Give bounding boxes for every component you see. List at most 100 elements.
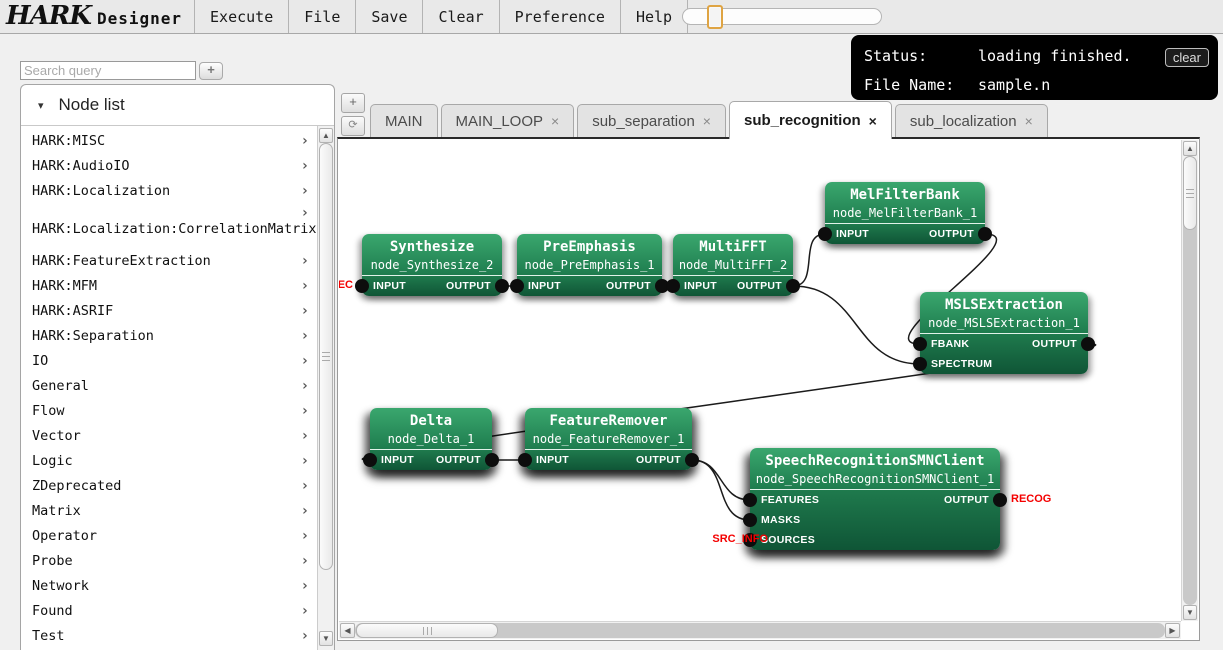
scroll-up-icon[interactable]: ▲ xyxy=(319,128,333,143)
menu-item-clear[interactable]: Clear xyxy=(422,0,498,33)
sidebar-item-hark-localization-correlationmatrix[interactable]: ›HARK:Localization:CorrelationMatrix xyxy=(21,203,318,248)
sidebar-item-hark-separation[interactable]: HARK:Separation› xyxy=(21,323,318,348)
port-row: SPECTRUM xyxy=(920,354,1088,374)
node-header: SpeechRecognitionSMNClientnode_SpeechRec… xyxy=(750,448,1000,490)
sidebar-item-found[interactable]: Found› xyxy=(21,598,318,623)
menu-item-help[interactable]: Help xyxy=(620,0,688,33)
sidebar-item-probe[interactable]: Probe› xyxy=(21,548,318,573)
port-input[interactable] xyxy=(666,279,680,293)
port-input[interactable] xyxy=(363,453,377,467)
reload-tab-icon[interactable]: ⟳ xyxy=(341,116,365,136)
tab-sub-recognition[interactable]: sub_recognition× xyxy=(729,101,892,139)
menu-item-execute[interactable]: Execute xyxy=(194,0,288,33)
port-input[interactable] xyxy=(518,453,532,467)
tab-sub-separation[interactable]: sub_separation× xyxy=(577,104,726,137)
scrollbar-grip xyxy=(322,352,330,361)
node-melfilterbank[interactable]: MelFilterBanknode_MelFilterBank_1INPUTOU… xyxy=(825,182,985,244)
node-multifft[interactable]: MultiFFTnode_MultiFFT_2INPUTOUTPUT xyxy=(673,234,793,296)
sidebar-item-hark-asrif[interactable]: HARK:ASRIF› xyxy=(21,298,318,323)
node-preemphasis[interactable]: PreEmphasisnode_PreEmphasis_1INPUTOUTPUT xyxy=(517,234,662,296)
tab-main[interactable]: MAIN xyxy=(370,104,438,137)
sidebar-item-network[interactable]: Network› xyxy=(21,573,318,598)
sidebar-item-logic[interactable]: Logic› xyxy=(21,448,318,473)
search-add-button[interactable]: + xyxy=(199,62,223,80)
sidebar-item-hark-audioio[interactable]: HARK:AudioIO› xyxy=(21,153,318,178)
sidebar-item-io[interactable]: IO› xyxy=(21,348,318,373)
node-title: Synthesize xyxy=(362,237,502,257)
sidebar-item-matrix[interactable]: Matrix› xyxy=(21,498,318,523)
node-delta[interactable]: Deltanode_Delta_1INPUTOUTPUT xyxy=(370,408,492,470)
sidebar-item-flow[interactable]: Flow› xyxy=(21,398,318,423)
scrollbar-grip xyxy=(1186,189,1194,198)
close-icon[interactable]: × xyxy=(869,113,877,129)
status-label: Status: xyxy=(864,47,978,65)
port-input[interactable] xyxy=(510,279,524,293)
sidebar-scrollbar-thumb[interactable] xyxy=(319,143,333,570)
close-icon[interactable]: × xyxy=(703,113,711,129)
flow-canvas[interactable]: Synthesizenode_Synthesize_2INPUTOUTPUT SP… xyxy=(339,140,1182,618)
status-clear-button[interactable]: clear xyxy=(1165,48,1209,67)
tab-sub-localization[interactable]: sub_localization× xyxy=(895,104,1048,137)
port-output[interactable] xyxy=(685,453,699,467)
node-ports: INPUTOUTPUT xyxy=(517,276,662,296)
canvas-vscrollbar-thumb[interactable] xyxy=(1183,156,1197,230)
port-output[interactable] xyxy=(1081,337,1095,351)
close-icon[interactable]: × xyxy=(551,113,559,129)
port-output[interactable] xyxy=(485,453,499,467)
canvas-hscrollbar-thumb[interactable] xyxy=(356,623,498,638)
port-features[interactable] xyxy=(743,493,757,507)
chevron-right-icon: › xyxy=(301,429,309,443)
chevron-right-icon: › xyxy=(301,206,309,220)
sidebar-item-operator[interactable]: Operator› xyxy=(21,523,318,548)
port-label-spectrum: SPECTRUM xyxy=(931,358,992,370)
scroll-down-icon[interactable]: ▼ xyxy=(1183,605,1197,620)
scroll-up-icon[interactable]: ▲ xyxy=(1183,141,1197,156)
port-masks[interactable] xyxy=(743,513,757,527)
chevron-right-icon: › xyxy=(301,479,309,493)
sidebar-item-hark-misc[interactable]: HARK:MISC› xyxy=(21,128,318,153)
node-subtitle: node_MSLSExtraction_1 xyxy=(920,315,1088,332)
tab-main-loop[interactable]: MAIN_LOOP× xyxy=(441,104,575,137)
port-input[interactable] xyxy=(355,279,369,293)
node-speechrecognitionsmnclient[interactable]: SpeechRecognitionSMNClientnode_SpeechRec… xyxy=(750,448,1000,550)
sidebar-item-zdeprecated[interactable]: ZDeprecated› xyxy=(21,473,318,498)
port-output[interactable] xyxy=(786,279,800,293)
node-mslsextraction[interactable]: MSLSExtractionnode_MSLSExtraction_1FBANK… xyxy=(920,292,1088,374)
sidebar-scrollbar[interactable]: ▲ ▼ xyxy=(317,126,334,650)
sidebar-item-hark-mfm[interactable]: HARK:MFM› xyxy=(21,273,318,298)
port-input[interactable] xyxy=(818,227,832,241)
menu-item-save[interactable]: Save xyxy=(355,0,422,33)
sidebar-item-hark-featureextraction[interactable]: HARK:FeatureExtraction› xyxy=(21,248,318,273)
close-icon[interactable]: × xyxy=(1025,113,1033,129)
node-synthesize[interactable]: Synthesizenode_Synthesize_2INPUTOUTPUT xyxy=(362,234,502,296)
sidebar-item-hark-localization[interactable]: HARK:Localization› xyxy=(21,178,318,203)
canvas-vscrollbar[interactable]: ▲ ▼ xyxy=(1181,140,1198,621)
port-fbank[interactable] xyxy=(913,337,927,351)
status-value: loading finished. xyxy=(978,47,1132,65)
sidebar-item-vector[interactable]: Vector› xyxy=(21,423,318,448)
port-output[interactable] xyxy=(495,279,509,293)
search-input[interactable] xyxy=(20,61,196,80)
sidebar-item-label: HARK:ASRIF xyxy=(32,303,113,319)
node-featureremover[interactable]: FeatureRemovernode_FeatureRemover_1INPUT… xyxy=(525,408,692,470)
add-tab-button[interactable]: + xyxy=(341,93,365,113)
sidebar-item-label: HARK:MISC xyxy=(32,133,105,149)
port-label-sources: SOURCES xyxy=(761,534,815,546)
scroll-down-icon[interactable]: ▼ xyxy=(319,631,333,646)
scroll-right-icon[interactable]: ▶ xyxy=(1165,623,1180,638)
node-title: FeatureRemover xyxy=(525,411,692,431)
zoom-slider-handle[interactable] xyxy=(707,5,723,29)
sidebar-item-general[interactable]: General› xyxy=(21,373,318,398)
port-label-input: INPUT xyxy=(373,280,406,292)
port-output[interactable] xyxy=(993,493,1007,507)
port-spectrum[interactable] xyxy=(913,357,927,371)
port-label-output: OUTPUT xyxy=(1032,338,1077,350)
sidebar-item-test[interactable]: Test› xyxy=(21,623,318,648)
scroll-left-icon[interactable]: ◀ xyxy=(340,623,355,638)
menu-item-preference[interactable]: Preference xyxy=(499,0,620,33)
node-list-header[interactable]: ▾ Node list xyxy=(21,85,334,126)
canvas-hscrollbar[interactable]: ◀ ▶ xyxy=(339,621,1181,639)
menu-item-file[interactable]: File xyxy=(288,0,355,33)
port-output[interactable] xyxy=(978,227,992,241)
zoom-slider[interactable] xyxy=(682,8,882,25)
